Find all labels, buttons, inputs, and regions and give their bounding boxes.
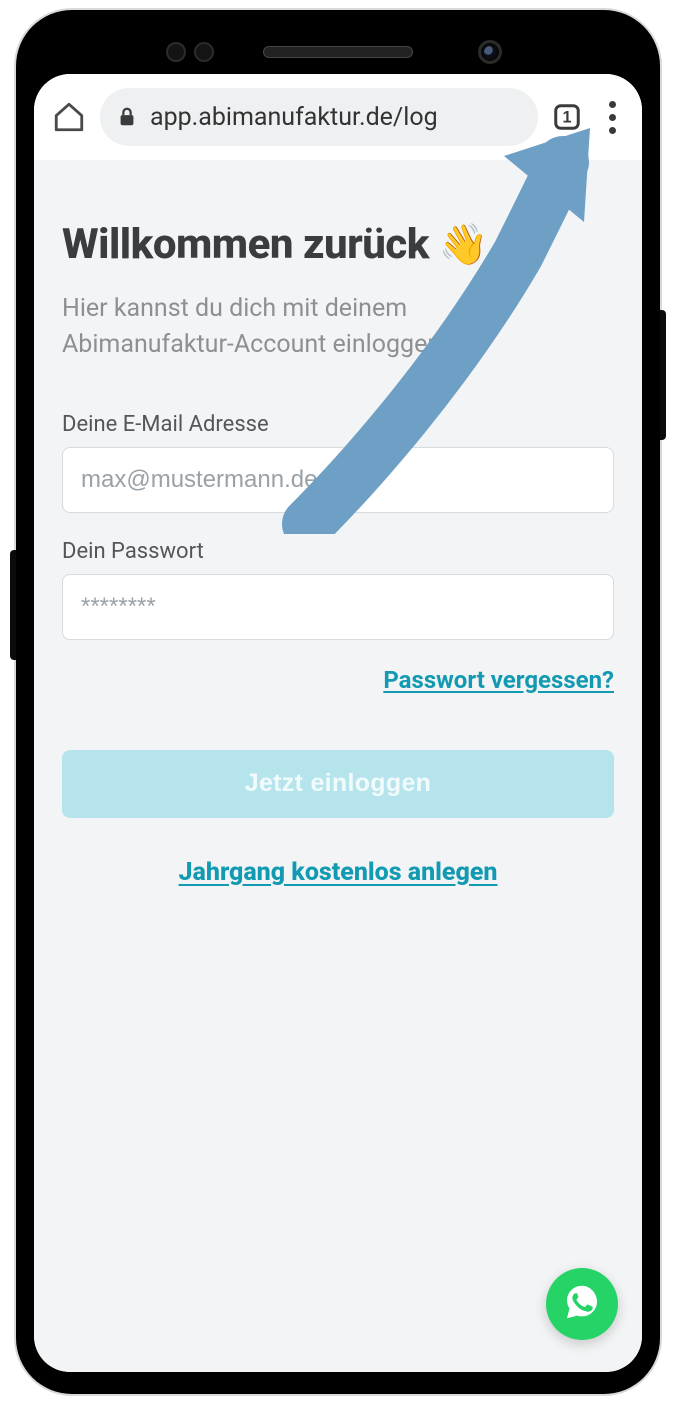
email-label: Deine E-Mail Adresse <box>62 412 614 437</box>
svg-text:1: 1 <box>562 109 571 127</box>
wave-emoji: 👋 <box>439 225 488 265</box>
forgot-password-row: Passwort vergessen? <box>62 666 614 694</box>
phone-speaker <box>263 46 413 58</box>
kebab-menu-icon[interactable] <box>600 97 624 138</box>
signup-row: Jahrgang kostenlos anlegen <box>62 858 614 887</box>
email-group: Deine E-Mail Adresse <box>62 412 614 513</box>
phone-sensor <box>194 42 214 62</box>
phone-screen: app.abimanufaktur.de/log 1 Willkommen zu… <box>34 74 642 1372</box>
page-title: Willkommen zurück 👋 <box>62 220 614 269</box>
phone-frame: app.abimanufaktur.de/log 1 Willkommen zu… <box>16 10 660 1394</box>
home-icon[interactable] <box>52 100 86 134</box>
whatsapp-icon <box>562 1282 602 1326</box>
tabs-icon[interactable]: 1 <box>552 102 582 132</box>
forgot-password-link[interactable]: Passwort vergessen? <box>383 666 614 694</box>
login-form: Deine E-Mail Adresse Dein Passwort Passw… <box>62 412 614 887</box>
phone-front-camera <box>478 40 502 64</box>
login-button[interactable]: Jetzt einloggen <box>62 750 614 818</box>
password-label: Dein Passwort <box>62 539 614 564</box>
page-content: Willkommen zurück 👋 Hier kannst du dich … <box>34 160 642 1372</box>
page-subtitle: Hier kannst du dich mit deinem Abimanufa… <box>62 291 582 364</box>
password-group: Dein Passwort <box>62 539 614 640</box>
page-title-text: Willkommen zurück <box>62 220 429 269</box>
browser-toolbar: app.abimanufaktur.de/log 1 <box>34 74 642 160</box>
address-bar[interactable]: app.abimanufaktur.de/log <box>100 88 538 146</box>
whatsapp-fab[interactable] <box>546 1268 618 1340</box>
phone-sensor <box>166 42 186 62</box>
lock-icon <box>116 106 138 128</box>
create-year-link[interactable]: Jahrgang kostenlos anlegen <box>179 858 498 887</box>
email-field[interactable] <box>62 447 614 513</box>
password-field[interactable] <box>62 574 614 640</box>
url-text: app.abimanufaktur.de/log <box>150 103 438 132</box>
